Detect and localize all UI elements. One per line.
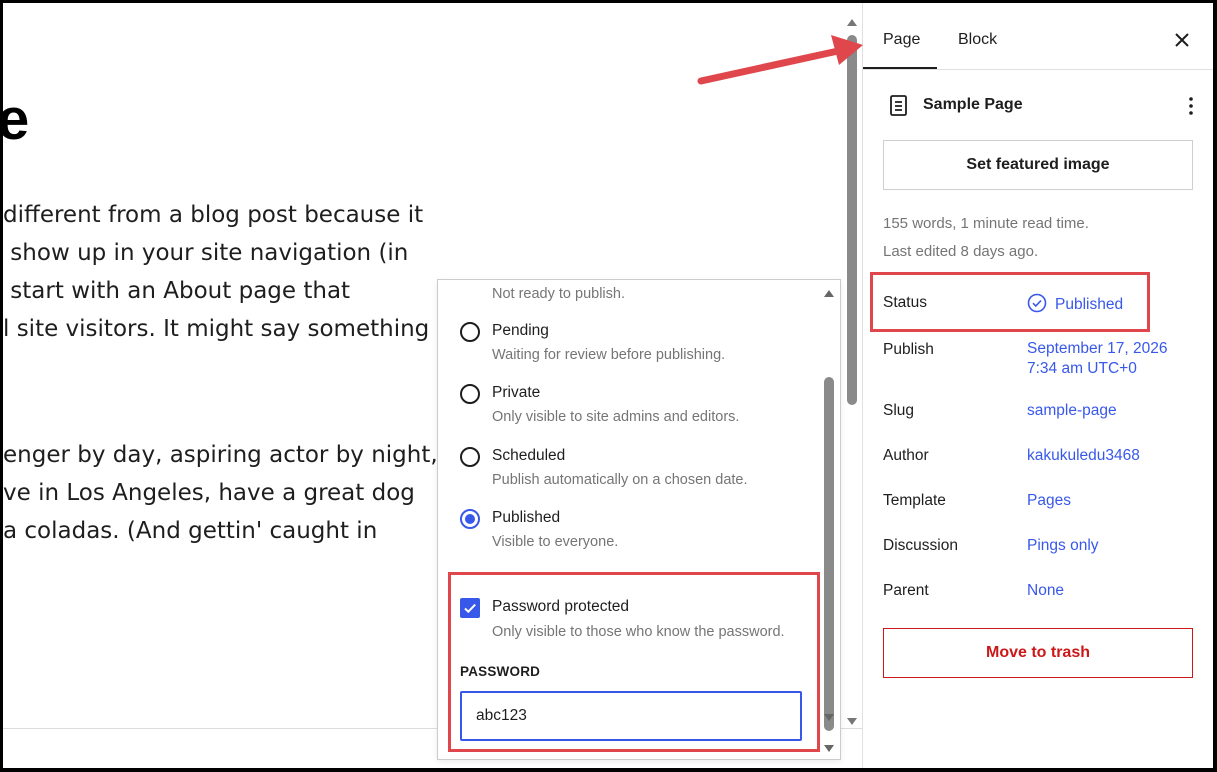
publish-label: Publish — [883, 341, 934, 358]
parent-label: Parent — [883, 582, 929, 599]
scroll-down-icon[interactable] — [824, 745, 834, 752]
content-paragraph-2[interactable]: enger by day, aspiring actor by night, v… — [3, 436, 438, 550]
close-sidebar-button[interactable] — [1171, 29, 1193, 51]
status-label: Status — [883, 294, 927, 311]
settings-sidebar: Page Block Sample Page Set featured imag… — [862, 3, 1213, 768]
scroll-down-icon[interactable] — [847, 718, 857, 725]
word-count: 155 words, 1 minute read time. — [883, 215, 1089, 232]
draft-option-help: Not ready to publish. — [492, 286, 625, 302]
tab-block[interactable]: Block — [958, 31, 997, 49]
scroll-up-icon[interactable] — [847, 19, 857, 26]
option-help: Only visible to site admins and editors. — [492, 409, 740, 425]
password-protected-help: Only visible to those who know the passw… — [492, 624, 785, 640]
scroll-up-icon[interactable] — [824, 290, 834, 297]
radio-scheduled[interactable] — [460, 447, 480, 467]
discussion-label: Discussion — [883, 537, 958, 554]
content-paragraph-1[interactable]: different from a blog post because it sh… — [3, 196, 429, 348]
radio-published[interactable] — [460, 509, 480, 529]
password-protected-checkbox[interactable] — [460, 598, 480, 618]
option-label: Private — [492, 384, 541, 401]
publish-time: 7:34 am UTC+0 — [1027, 360, 1137, 377]
checkmark-icon — [464, 603, 476, 614]
document-actions-button[interactable] — [1181, 93, 1201, 119]
slug-label: Slug — [883, 402, 915, 419]
document-header: Sample Page — [883, 93, 1203, 119]
password-field-label: PASSWORD — [460, 664, 541, 679]
radio-pending[interactable] — [460, 322, 480, 342]
scroll-down-icon[interactable] — [824, 714, 834, 721]
document-title: Sample Page — [923, 96, 1023, 113]
paragraph-line: l site visitors. It might say something — [3, 316, 430, 342]
option-label: Scheduled — [492, 447, 566, 464]
sidebar-tabs: Page Block — [863, 3, 1213, 70]
option-help: Publish automatically on a chosen date. — [492, 472, 748, 488]
paragraph-line: enger by day, aspiring actor by night, — [3, 442, 438, 468]
paragraph-line: a coladas. (And gettin' caught in — [3, 518, 378, 544]
template-label: Template — [883, 492, 946, 509]
template-button[interactable]: Pages — [1027, 491, 1071, 511]
publish-date-button[interactable]: September 17, 2026 7:34 am UTC+0 — [1027, 339, 1167, 379]
more-vertical-icon — [1189, 97, 1193, 115]
scrollbar-thumb[interactable] — [824, 377, 834, 731]
password-protected-label[interactable]: Password protected — [492, 598, 629, 616]
option-help: Visible to everyone. — [492, 534, 619, 550]
annotation-arrow-icon — [697, 35, 863, 85]
slug-button[interactable]: sample-page — [1027, 401, 1117, 421]
page-title-fragment: e — [3, 87, 30, 152]
paragraph-line: ve in Los Angeles, have a great dog — [3, 480, 415, 506]
canvas-scrollbar[interactable] — [845, 13, 859, 725]
popover-scrollbar[interactable] — [820, 280, 838, 759]
paragraph-line: show up in your site navigation (in — [3, 240, 409, 266]
set-featured-image-button[interactable]: Set featured image — [883, 140, 1193, 190]
status-toggle[interactable]: Published — [1027, 293, 1123, 315]
author-button[interactable]: kakukuledu3468 — [1027, 446, 1140, 466]
published-check-icon — [1027, 293, 1047, 313]
last-edited: Last edited 8 days ago. — [883, 243, 1039, 260]
status-popover: Not ready to publish. Pending Waiting fo… — [437, 279, 841, 760]
option-label: Pending — [492, 322, 549, 339]
publish-date: September 17, 2026 — [1027, 340, 1168, 357]
page-icon — [890, 95, 907, 116]
option-label: Published — [492, 509, 561, 526]
author-label: Author — [883, 447, 929, 464]
paragraph-line: start with an About page that — [3, 278, 351, 304]
password-input[interactable] — [460, 691, 802, 741]
editor-window: e different from a blog post because it … — [3, 3, 1213, 768]
option-help: Waiting for review before publishing. — [492, 347, 726, 363]
discussion-button[interactable]: Pings only — [1027, 536, 1099, 556]
paragraph-line: different from a blog post because it — [3, 202, 424, 228]
tab-page[interactable]: Page — [883, 31, 920, 49]
radio-private[interactable] — [460, 384, 480, 404]
move-to-trash-button[interactable]: Move to trash — [883, 628, 1193, 678]
status-value: Published — [1055, 296, 1124, 313]
active-tab-indicator — [863, 67, 937, 69]
parent-button[interactable]: None — [1027, 581, 1064, 601]
close-icon — [1175, 33, 1189, 47]
